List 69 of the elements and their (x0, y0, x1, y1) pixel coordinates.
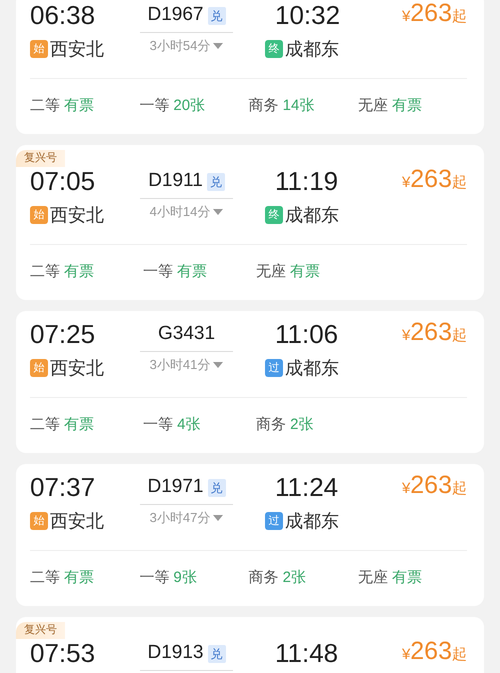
station-tag: 终 (265, 206, 283, 224)
departure-time: 07:37 (30, 474, 96, 500)
station-tag: 始 (30, 359, 48, 377)
train-card[interactable]: 复兴号 07:05 D1911 兑 11:19 ¥263起 始 西安北 4小时14分 终 成都东 二等 有票 一等 有票 无座 有票 (16, 145, 484, 300)
train-type-badge: 复兴号 (16, 150, 65, 167)
price: ¥263起 (402, 473, 467, 501)
dropdown-icon[interactable] (213, 362, 224, 368)
dropdown-icon[interactable] (213, 209, 224, 215)
departure-time: 07:05 (30, 168, 96, 194)
seat-availability: 商务 14张 (248, 96, 316, 116)
arrival-time: 11:48 (275, 640, 338, 666)
price: ¥263起 (402, 1, 467, 29)
seat-availability: 二等 有票 (30, 568, 96, 588)
train-number[interactable]: D1911 (148, 167, 203, 196)
arrival-time: 11:06 (275, 321, 338, 347)
station-tag: 过 (265, 512, 283, 530)
exchange-tag: 兑 (208, 644, 226, 662)
exchange-tag: 兑 (206, 172, 225, 190)
station-tag: 终 (265, 40, 283, 58)
price: ¥263起 (402, 167, 467, 195)
duration: 4小时14分 (150, 203, 210, 222)
seat-availability: 一等 20张 (139, 96, 206, 116)
train-card[interactable]: 07:37 D1971 兑 11:24 ¥263起 始 西安北 3小时47分 过 成都东 二等 有票 一等 9张 商务 2张 无座 有票 (16, 464, 484, 606)
price: ¥263起 (402, 320, 467, 348)
departure-station: 西安北 (50, 510, 104, 532)
station-tag: 始 (30, 40, 48, 58)
train-type-badge: 复兴号 (16, 622, 65, 639)
departure-time: 07:25 (30, 321, 96, 347)
station-tag: 始 (30, 512, 48, 530)
seat-availability: 商务 2张 (256, 415, 315, 436)
arrival-time: 11:19 (275, 168, 338, 194)
station-tag: 始 (30, 206, 48, 224)
arrival-station: 成都东 (285, 356, 339, 380)
duration: 3小时41分 (150, 356, 210, 374)
seat-availability: 无座 有票 (256, 262, 322, 282)
seat-availability: 一等 9张 (139, 568, 198, 588)
arrival-time: 11:24 (275, 474, 338, 500)
train-card[interactable]: 06:38 D1967 兑 10:32 ¥263起 始 西安北 3小时54分 终 成都东 二等 有票 一等 20张 商务 14张 无座 有票 (16, 0, 484, 134)
arrival-station: 成都东 (285, 510, 339, 532)
departure-time: 07:53 (30, 640, 96, 666)
train-card[interactable]: 复兴号 07:53 D1913 兑 11:48 ¥263起 (16, 617, 484, 673)
departure-time: 06:38 (30, 2, 96, 28)
duration: 3小时54分 (150, 37, 210, 56)
departure-station: 西安北 (50, 204, 104, 226)
seat-availability: 二等 有票 (30, 96, 96, 116)
exchange-tag: 兑 (208, 6, 226, 24)
train-card[interactable]: 07:25 G3431 11:06 ¥263起 始 西安北 3小时41分 过 成都东 二等 有票 一等 4张 商务 2张 (16, 311, 484, 453)
seat-availability: 无座 有票 (358, 568, 423, 588)
train-number[interactable]: D1967 (148, 1, 204, 30)
seat-availability: 二等 有票 (30, 415, 96, 436)
arrival-time: 10:32 (275, 2, 340, 28)
seat-availability: 二等 有票 (30, 262, 96, 282)
seat-availability: 商务 2张 (248, 568, 308, 588)
train-number[interactable]: D1913 (148, 639, 204, 668)
train-number[interactable]: D1971 (148, 473, 204, 502)
seat-availability: 无座 有票 (358, 96, 423, 116)
exchange-tag: 兑 (208, 478, 226, 496)
train-number[interactable]: G3431 (158, 320, 216, 349)
dropdown-icon[interactable] (213, 43, 224, 49)
seat-availability: 一等 有票 (143, 262, 208, 282)
arrival-station: 成都东 (285, 38, 339, 60)
departure-station: 西安北 (50, 38, 104, 60)
station-tag: 过 (265, 359, 283, 377)
seat-availability: 一等 4张 (143, 415, 202, 436)
price: ¥263起 (402, 639, 467, 667)
duration: 3小时47分 (150, 509, 210, 528)
dropdown-icon[interactable] (213, 515, 224, 521)
arrival-station: 成都东 (285, 204, 339, 226)
departure-station: 西安北 (50, 356, 104, 380)
